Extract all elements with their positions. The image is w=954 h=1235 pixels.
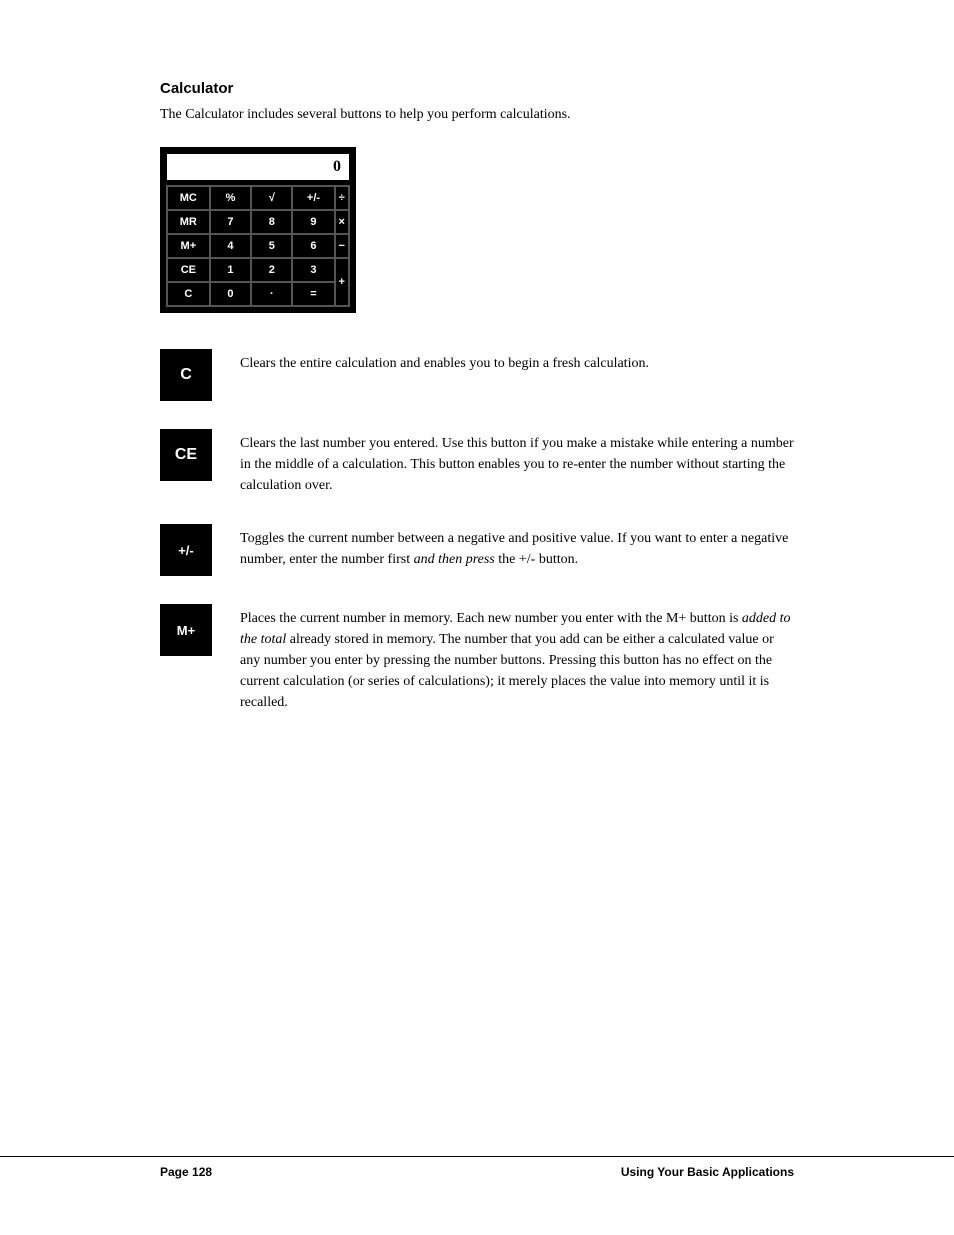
- desc-item-ce: CE Clears the last number you entered. U…: [160, 429, 794, 496]
- calc-btn-4: 4: [210, 234, 252, 258]
- desc-text-ce: Clears the last number you entered. Use …: [240, 429, 794, 496]
- footer-page-number: Page 128: [160, 1165, 212, 1179]
- calc-btn-6: 6: [292, 234, 334, 258]
- calc-btn-5: 5: [251, 234, 292, 258]
- section-title: Calculator: [160, 80, 794, 97]
- desc-text-plusminus: Toggles the current number between a neg…: [240, 524, 794, 570]
- calc-btn-plus: +: [335, 258, 349, 306]
- calc-btn-c: C: [167, 282, 210, 306]
- calc-btn-0: 0: [210, 282, 252, 306]
- calc-display: 0: [166, 153, 350, 181]
- desc-text-c: Clears the entire calculation and enable…: [240, 349, 649, 374]
- ce-icon-box: CE: [160, 429, 212, 481]
- calc-row-2: MR 7 8 9 ×: [167, 210, 349, 234]
- calc-btn-sqrt: √: [251, 186, 292, 210]
- desc-item-plusminus: +/- Toggles the current number between a…: [160, 524, 794, 576]
- mplus-icon-box: M+: [160, 604, 212, 656]
- calc-btn-2: 2: [251, 258, 292, 282]
- calc-btn-equals: =: [292, 282, 334, 306]
- c-icon-box: C: [160, 349, 212, 401]
- calc-btn-9: 9: [292, 210, 334, 234]
- page-footer: Page 128 Using Your Basic Applications: [0, 1156, 954, 1187]
- calc-btn-divide: ÷: [335, 186, 349, 210]
- calc-btn-3: 3: [292, 258, 334, 282]
- calc-btn-plusminus-top: +/-: [292, 186, 334, 210]
- calc-btn-dot: ·: [251, 282, 292, 306]
- calc-buttons: MC % √ +/- ÷ MR 7 8 9 × M+ 4 5 6: [166, 185, 350, 307]
- calculator-image: 0 MC % √ +/- ÷ MR 7 8 9 × M+: [160, 147, 794, 313]
- calc-btn-7: 7: [210, 210, 252, 234]
- calc-row-5: C 0 · =: [167, 282, 349, 306]
- desc-text-mplus: Places the current number in memory. Eac…: [240, 604, 794, 713]
- calc-btn-mr: MR: [167, 210, 210, 234]
- footer-chapter-title: Using Your Basic Applications: [621, 1165, 794, 1179]
- calc-row-3: M+ 4 5 6 −: [167, 234, 349, 258]
- plusminus-icon-box: +/-: [160, 524, 212, 576]
- intro-text: The Calculator includes several buttons …: [160, 107, 794, 123]
- calc-btn-minus: −: [335, 234, 349, 258]
- page-content: Calculator The Calculator includes sever…: [0, 0, 954, 801]
- calc-btn-pct: %: [210, 186, 252, 210]
- calc-row-1: MC % √ +/- ÷: [167, 186, 349, 210]
- calc-row-4: CE 1 2 3 +: [167, 258, 349, 282]
- calc-btn-8: 8: [251, 210, 292, 234]
- calc-btn-1: 1: [210, 258, 252, 282]
- calc-btn-multiply: ×: [335, 210, 349, 234]
- desc-item-mplus: M+ Places the current number in memory. …: [160, 604, 794, 713]
- calculator-widget: 0 MC % √ +/- ÷ MR 7 8 9 × M+: [160, 147, 356, 313]
- desc-item-c: C Clears the entire calculation and enab…: [160, 349, 794, 401]
- calc-btn-mc: MC: [167, 186, 210, 210]
- calc-btn-ce: CE: [167, 258, 210, 282]
- calc-btn-mplus: M+: [167, 234, 210, 258]
